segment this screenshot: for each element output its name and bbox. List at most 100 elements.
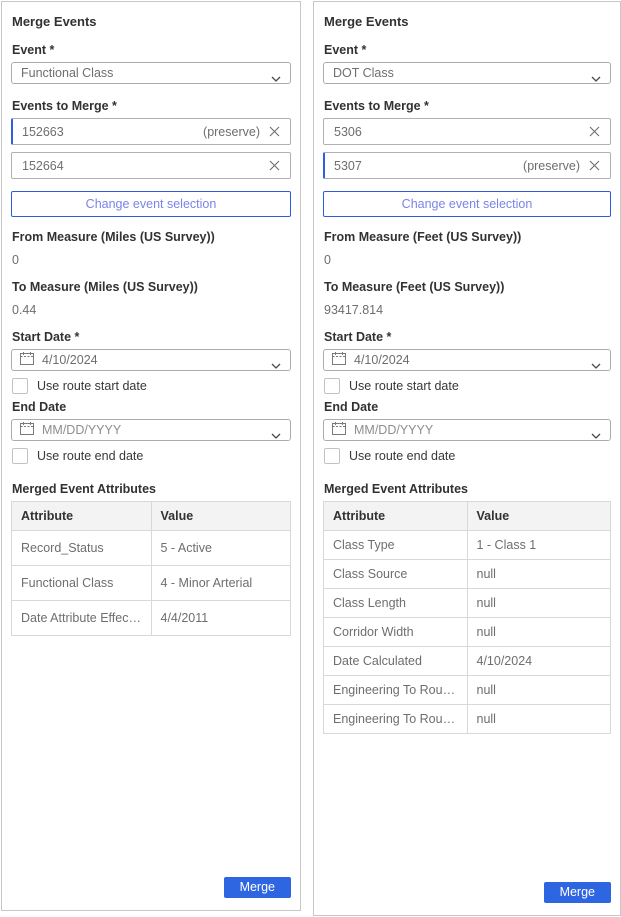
event-label: Event * [324, 43, 611, 57]
from-measure-label: From Measure (Miles (US Survey)) [12, 230, 291, 244]
calendar-icon [20, 352, 34, 368]
value-cell: null [467, 676, 611, 705]
event-select[interactable]: Functional Class [11, 62, 291, 84]
calendar-icon [332, 352, 346, 368]
start-date-picker[interactable]: 4/10/2024 [323, 349, 611, 371]
change-event-selection-button[interactable]: Change event selection [323, 191, 611, 217]
table-row: Engineering To RouteID null [324, 676, 611, 705]
attribute-column-header: Attribute [324, 502, 468, 531]
panel-title: Merge Events [324, 14, 611, 29]
value-cell: null [467, 705, 611, 734]
chevron-down-icon [271, 71, 281, 85]
event-id: 5307 [334, 159, 362, 173]
value-cell: 1 - Class 1 [467, 531, 611, 560]
use-route-end-date-checkbox[interactable] [12, 448, 28, 464]
from-measure-value: 0 [12, 253, 291, 267]
table-row: Engineering To Route ... null [324, 705, 611, 734]
attribute-column-header: Attribute [12, 502, 152, 531]
change-event-selection-button[interactable]: Change event selection [11, 191, 291, 217]
end-date-label: End Date [12, 400, 291, 414]
end-date-label: End Date [324, 400, 611, 414]
event-select-value: Functional Class [21, 66, 113, 80]
table-row: Date Calculated 4/10/2024 [324, 647, 611, 676]
attribute-cell: Engineering To RouteID [324, 676, 468, 705]
chevron-down-icon [271, 358, 281, 372]
attribute-cell: Class Length [324, 589, 468, 618]
merged-event-attributes-table: Attribute Value Record_Status 5 - Active… [11, 501, 291, 636]
attribute-cell: Functional Class [12, 566, 152, 601]
event-select[interactable]: DOT Class [323, 62, 611, 84]
event-id: 152664 [22, 159, 64, 173]
table-header-row: Attribute Value [12, 502, 291, 531]
events-to-merge-label: Events to Merge * [324, 99, 611, 113]
merge-events-panel-right: Merge Events Event * DOT Class Events to… [313, 1, 621, 916]
value-column-header: Value [151, 502, 291, 531]
attribute-cell: Date Attribute Effective [12, 601, 152, 636]
close-icon[interactable] [267, 124, 282, 139]
end-date-placeholder: MM/DD/YYYY [354, 423, 433, 437]
use-route-start-date-label: Use route start date [37, 379, 147, 393]
value-cell: null [467, 589, 611, 618]
chevron-down-icon [591, 71, 601, 85]
event-row[interactable]: 152664 [11, 152, 291, 179]
preserve-badge: (preserve) [523, 159, 587, 173]
event-label: Event * [12, 43, 291, 57]
start-date-label: Start Date * [324, 330, 611, 344]
close-icon[interactable] [587, 124, 602, 139]
merged-event-attributes-label: Merged Event Attributes [324, 482, 611, 496]
use-route-end-date-row: Use route end date [324, 448, 611, 464]
start-date-label: Start Date * [12, 330, 291, 344]
table-row: Functional Class 4 - Minor Arterial [12, 566, 291, 601]
use-route-start-date-checkbox[interactable] [324, 378, 340, 394]
start-date-value: 4/10/2024 [354, 353, 410, 367]
table-row: Record_Status 5 - Active [12, 531, 291, 566]
use-route-end-date-label: Use route end date [349, 449, 455, 463]
attribute-cell: Engineering To Route ... [324, 705, 468, 734]
attribute-cell: Class Type [324, 531, 468, 560]
event-row[interactable]: 152663 (preserve) [11, 118, 291, 145]
value-cell: 4/4/2011 [151, 601, 291, 636]
chevron-down-icon [271, 428, 281, 442]
attribute-cell: Class Source [324, 560, 468, 589]
table-row: Corridor Width null [324, 618, 611, 647]
use-route-end-date-checkbox[interactable] [324, 448, 340, 464]
use-route-start-date-checkbox[interactable] [12, 378, 28, 394]
event-id: 152663 [22, 125, 64, 139]
table-row: Class Length null [324, 589, 611, 618]
value-cell: 4 - Minor Arterial [151, 566, 291, 601]
close-icon[interactable] [267, 158, 282, 173]
use-route-start-date-row: Use route start date [324, 378, 611, 394]
start-date-picker[interactable]: 4/10/2024 [11, 349, 291, 371]
from-measure-value: 0 [324, 253, 611, 267]
table-row: Class Source null [324, 560, 611, 589]
merge-button[interactable]: Merge [544, 882, 611, 903]
use-route-end-date-label: Use route end date [37, 449, 143, 463]
value-cell: null [467, 618, 611, 647]
to-measure-value: 93417.814 [324, 303, 611, 317]
value-column-header: Value [467, 502, 611, 531]
end-date-picker[interactable]: MM/DD/YYYY [11, 419, 291, 441]
event-row[interactable]: 5306 [323, 118, 611, 145]
merged-event-attributes-label: Merged Event Attributes [12, 482, 291, 496]
table-row: Class Type 1 - Class 1 [324, 531, 611, 560]
event-select-value: DOT Class [333, 66, 394, 80]
start-date-value: 4/10/2024 [42, 353, 98, 367]
attribute-cell: Record_Status [12, 531, 152, 566]
use-route-start-date-label: Use route start date [349, 379, 459, 393]
calendar-icon [20, 422, 34, 438]
from-measure-label: From Measure (Feet (US Survey)) [324, 230, 611, 244]
end-date-picker[interactable]: MM/DD/YYYY [323, 419, 611, 441]
end-date-placeholder: MM/DD/YYYY [42, 423, 121, 437]
merge-button[interactable]: Merge [224, 877, 291, 898]
chevron-down-icon [591, 428, 601, 442]
use-route-end-date-row: Use route end date [12, 448, 291, 464]
to-measure-value: 0.44 [12, 303, 291, 317]
event-row[interactable]: 5307 (preserve) [323, 152, 611, 179]
table-header-row: Attribute Value [324, 502, 611, 531]
use-route-start-date-row: Use route start date [12, 378, 291, 394]
close-icon[interactable] [587, 158, 602, 173]
calendar-icon [332, 422, 346, 438]
table-row: Date Attribute Effective 4/4/2011 [12, 601, 291, 636]
value-cell: 5 - Active [151, 531, 291, 566]
chevron-down-icon [591, 358, 601, 372]
